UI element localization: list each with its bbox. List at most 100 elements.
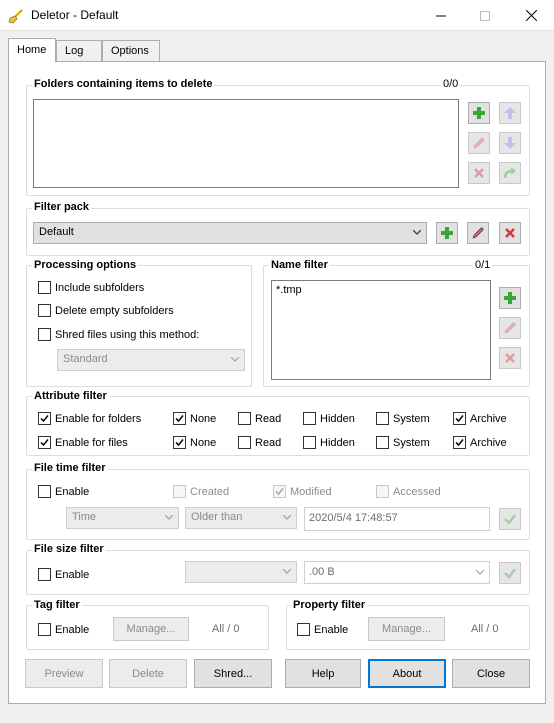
size-comparison-select[interactable] — [185, 561, 297, 583]
name-filter-list[interactable]: *.tmp — [271, 280, 491, 380]
property-filter-enable-checkbox[interactable]: Enable — [297, 623, 348, 636]
checkbox-box — [38, 304, 51, 317]
add-name-filter-button[interactable] — [499, 287, 521, 309]
time-unit-value: Time — [72, 511, 97, 523]
checkmark-icon — [504, 568, 516, 579]
files-archive-checkbox[interactable]: Archive — [453, 436, 507, 449]
move-up-button[interactable] — [499, 102, 521, 124]
tab-log[interactable]: Log — [56, 40, 102, 61]
folders-archive-checkbox[interactable]: Archive — [453, 412, 507, 425]
processing-options-title: Processing options — [32, 259, 139, 271]
close-window-button[interactable] — [508, 0, 554, 31]
include-subfolders-label: Include subfolders — [55, 281, 145, 294]
plus-icon — [441, 227, 453, 239]
enable-label: Enable — [314, 623, 349, 636]
shred-button[interactable]: Shred... — [194, 659, 272, 688]
enable-files-checkbox[interactable]: Enable for files — [38, 436, 128, 449]
preview-button[interactable]: Preview — [25, 659, 103, 688]
checkbox-box — [303, 412, 316, 425]
filter-pack-select[interactable]: Default — [33, 222, 427, 244]
checkmark-icon — [175, 415, 184, 423]
modified-checkbox[interactable]: Modified — [273, 485, 332, 498]
delete-filter-pack-button[interactable] — [499, 222, 521, 244]
pencil-icon — [504, 322, 516, 334]
edit-name-filter-button[interactable] — [499, 317, 521, 339]
files-none-checkbox[interactable]: None — [173, 436, 216, 449]
files-system-checkbox[interactable]: System — [376, 436, 430, 449]
shred-method-value: Standard — [63, 353, 108, 365]
hidden-label: Hidden — [320, 412, 355, 425]
file-time-filter-title: File time filter — [32, 462, 108, 474]
folders-none-checkbox[interactable]: None — [173, 412, 216, 425]
plus-icon — [473, 107, 485, 119]
remove-x-icon — [474, 168, 484, 178]
add-folder-button[interactable] — [468, 102, 490, 124]
shred-files-label: Shred files using this method: — [55, 328, 200, 341]
folders-hidden-checkbox[interactable]: Hidden — [303, 412, 355, 425]
move-down-button[interactable] — [499, 132, 521, 154]
folders-read-checkbox[interactable]: Read — [238, 412, 281, 425]
created-checkbox[interactable]: Created — [173, 485, 229, 498]
files-hidden-checkbox[interactable]: Hidden — [303, 436, 355, 449]
file-size-enable-checkbox[interactable]: Enable — [38, 568, 89, 581]
datetime-input[interactable]: 2020/5/4 17:48:57 — [304, 507, 490, 531]
shred-files-checkbox[interactable]: Shred files using this method: — [38, 328, 199, 341]
apply-time-button[interactable] — [499, 508, 521, 530]
file-time-enable-checkbox[interactable]: Enable — [38, 485, 89, 498]
property-filter-title: Property filter — [291, 599, 368, 611]
delete-empty-subfolders-checkbox[interactable]: Delete empty subfolders — [38, 304, 174, 317]
help-button[interactable]: Help — [285, 659, 361, 688]
minimize-button[interactable] — [418, 0, 464, 31]
tab-options[interactable]: Options — [102, 40, 160, 61]
plus-icon — [504, 292, 516, 304]
remove-folder-button[interactable] — [468, 162, 490, 184]
time-comparison-select[interactable]: Older than — [185, 507, 297, 529]
enable-folders-checkbox[interactable]: Enable for folders — [38, 412, 141, 425]
none-label: None — [190, 436, 217, 449]
checkbox-box — [297, 623, 310, 636]
checkbox-box — [303, 436, 316, 449]
redo-arrow-icon — [503, 167, 516, 179]
time-unit-select[interactable]: Time — [66, 507, 179, 529]
enable-files-label: Enable for files — [55, 436, 128, 449]
delete-empty-subfolders-label: Delete empty subfolders — [55, 304, 174, 317]
close-button[interactable]: Close — [452, 659, 530, 688]
checkbox-box — [38, 485, 51, 498]
delete-button[interactable]: Delete — [109, 659, 187, 688]
tab-home[interactable]: Home — [8, 38, 56, 62]
edit-filter-pack-button[interactable] — [467, 222, 489, 244]
created-label: Created — [190, 485, 230, 498]
add-filter-pack-button[interactable] — [436, 222, 458, 244]
folders-list[interactable] — [33, 99, 459, 188]
size-input[interactable]: .00 B — [304, 561, 490, 584]
property-manage-button[interactable]: Manage... — [368, 617, 445, 641]
tag-filter-enable-checkbox[interactable]: Enable — [38, 623, 89, 636]
checkmark-icon — [275, 488, 284, 496]
size-value: .00 B — [309, 566, 335, 578]
checkmark-icon — [455, 415, 464, 423]
enable-folders-label: Enable for folders — [55, 412, 142, 425]
files-read-checkbox[interactable]: Read — [238, 436, 281, 449]
folders-system-checkbox[interactable]: System — [376, 412, 430, 425]
include-subfolders-checkbox[interactable]: Include subfolders — [38, 281, 144, 294]
checkbox-box — [376, 485, 389, 498]
enable-label: Enable — [55, 568, 90, 581]
checkbox-box — [38, 412, 51, 425]
remove-name-filter-button[interactable] — [499, 347, 521, 369]
read-label: Read — [255, 436, 282, 449]
edit-folder-button[interactable] — [468, 132, 490, 154]
redirect-button[interactable] — [499, 162, 521, 184]
checkbox-box — [376, 412, 389, 425]
shred-method-select[interactable]: Standard — [57, 349, 245, 371]
accessed-checkbox[interactable]: Accessed — [376, 485, 441, 498]
archive-label: Archive — [470, 436, 507, 449]
tag-manage-button[interactable]: Manage... — [113, 617, 189, 641]
checkbox-box — [173, 412, 186, 425]
apply-size-button[interactable] — [499, 562, 521, 584]
folders-count: 0/0 — [441, 78, 461, 90]
name-filter-title: Name filter — [269, 259, 330, 271]
about-button[interactable]: About — [368, 659, 446, 688]
folders-group-title: Folders containing items to delete — [32, 78, 215, 90]
maximize-button — [462, 0, 508, 31]
list-item[interactable]: *.tmp — [276, 284, 302, 296]
